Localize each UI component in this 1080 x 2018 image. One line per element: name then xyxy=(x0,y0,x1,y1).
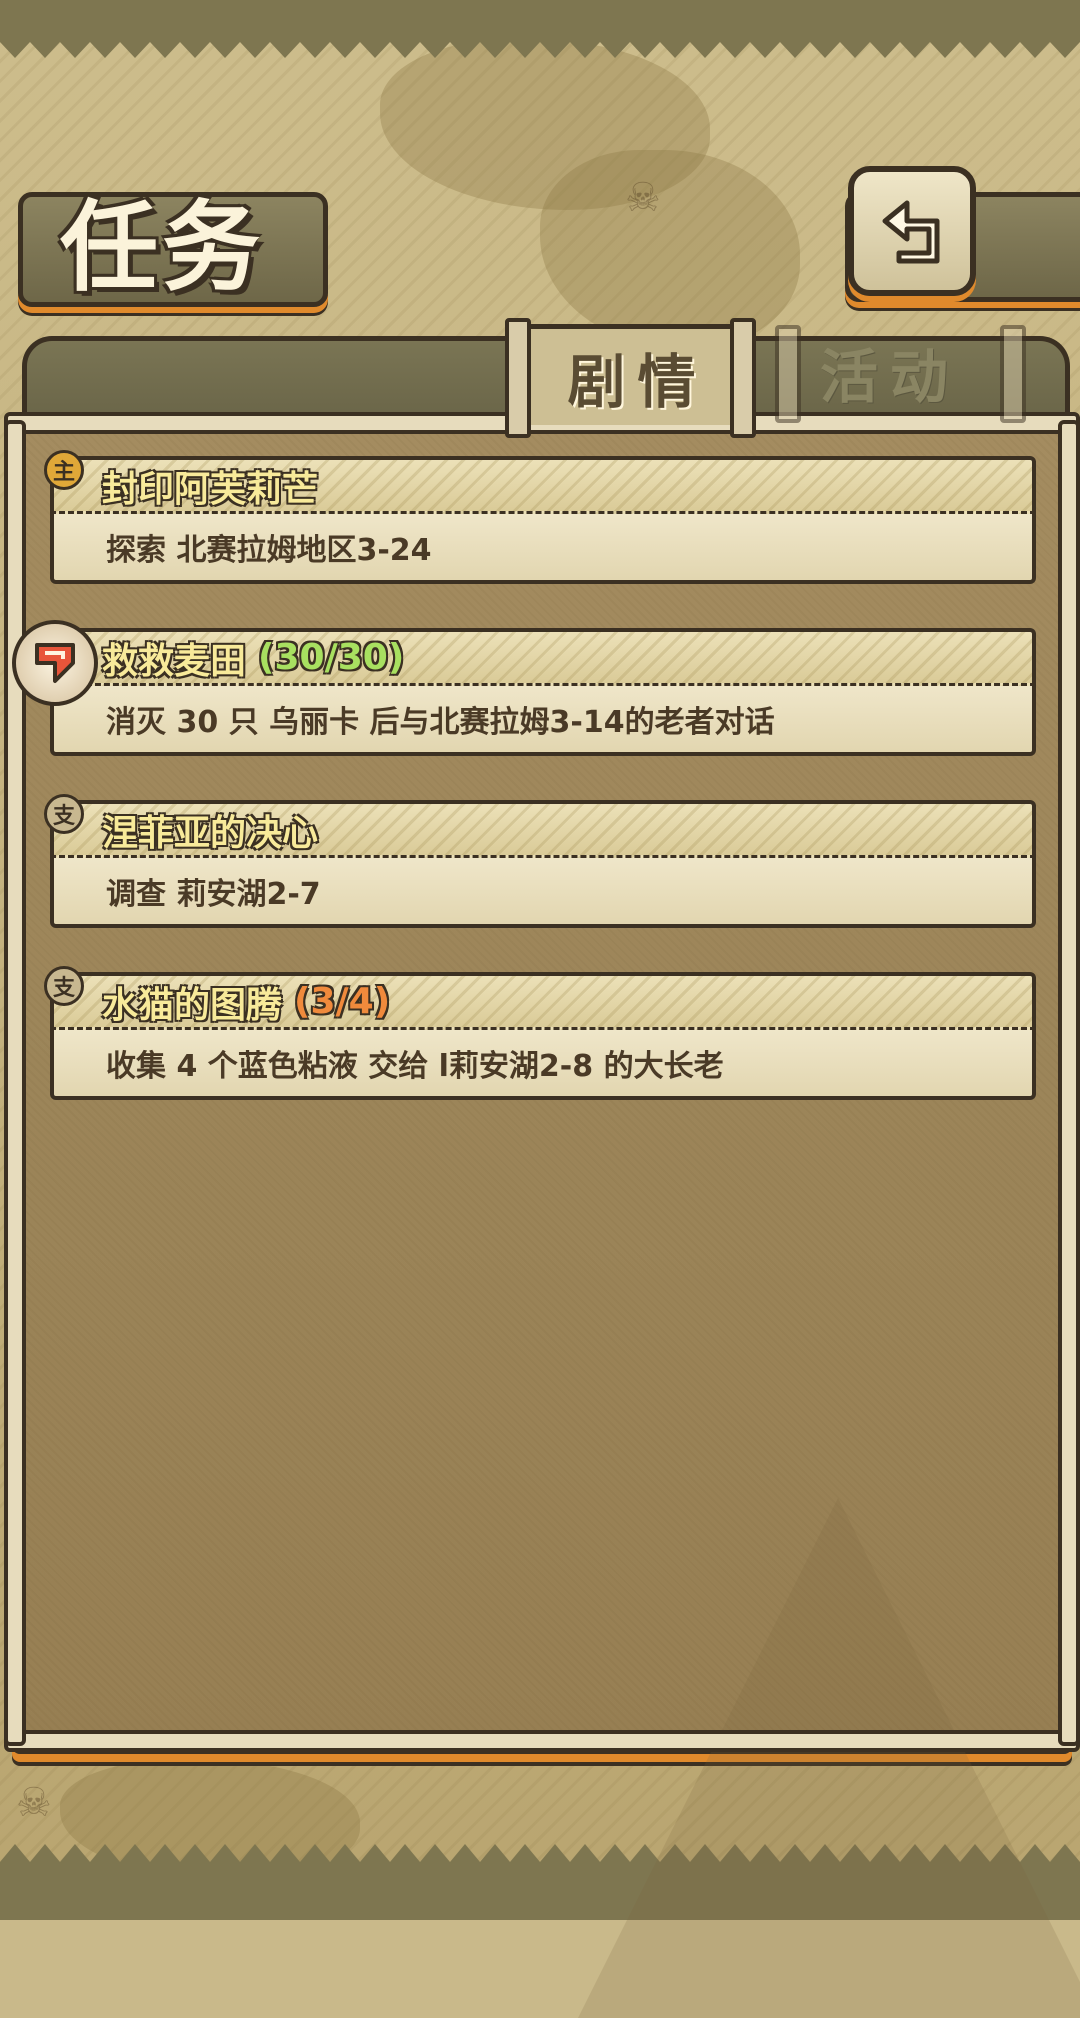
return-arrow-icon xyxy=(882,200,940,264)
quest-title: 封印阿芙莉芒 xyxy=(102,468,319,510)
tab-post xyxy=(505,318,531,438)
top-zigzag-border xyxy=(0,0,1080,58)
quest-item[interactable]: 主 封印阿芙莉芒 探索 北赛拉姆地区3-24 xyxy=(44,450,1036,584)
track-arrow-shape xyxy=(35,643,75,683)
track-marker-icon[interactable] xyxy=(12,620,98,706)
page-title: 任务 xyxy=(60,190,265,305)
panel-right-rail xyxy=(1058,420,1080,1746)
skull-icon: ☠ xyxy=(625,175,661,221)
tab-post xyxy=(775,325,801,423)
quest-item[interactable]: 救救麦田 (30/30) 消灭 30 只 乌丽卡 后与北赛拉姆3-14的老者对话 xyxy=(12,620,1036,756)
panel-star-watermark xyxy=(578,1498,1080,2018)
side-quest-badge-icon: 支 xyxy=(44,966,84,1006)
quest-description: 收集 4 个蓝色粘液 交给 l莉安湖2-8 的大长老 xyxy=(50,1030,1036,1100)
quest-header: 涅菲亚的决心 xyxy=(50,800,1036,858)
panel-bottom-rail xyxy=(4,1730,1080,1752)
quest-description: 探索 北赛拉姆地区3-24 xyxy=(50,514,1036,584)
tab-story[interactable]: 剧情 xyxy=(520,324,755,425)
skull-icon: ☠ xyxy=(16,1780,52,1826)
panel-left-rail xyxy=(4,420,26,1746)
map-landmass xyxy=(540,150,800,350)
tab-post xyxy=(1000,325,1026,423)
quest-title: 水猫的图腾 xyxy=(102,984,283,1026)
quest-header: 封印阿芙莉芒 xyxy=(50,456,1036,514)
quest-header: 水猫的图腾 (3/4) xyxy=(50,972,1036,1030)
side-quest-badge-icon: 支 xyxy=(44,794,84,834)
quest-header: 救救麦田 (30/30) xyxy=(50,628,1036,686)
quest-description: 调查 莉安湖2-7 xyxy=(50,858,1036,928)
quest-item[interactable]: 支 涅菲亚的决心 调查 莉安湖2-7 xyxy=(44,794,1036,928)
quest-description: 消灭 30 只 乌丽卡 后与北赛拉姆3-14的老者对话 xyxy=(50,686,1036,756)
back-button[interactable] xyxy=(848,166,976,296)
quest-title: 救救麦田 xyxy=(102,640,247,682)
main-quest-badge-icon: 主 xyxy=(44,450,84,490)
quest-progress: (30/30) xyxy=(258,637,405,678)
quest-title: 涅菲亚的决心 xyxy=(102,812,319,854)
tab-post xyxy=(730,318,756,438)
quest-progress: (3/4) xyxy=(294,981,391,1022)
quest-item[interactable]: 支 水猫的图腾 (3/4) 收集 4 个蓝色粘液 交给 l莉安湖2-8 的大长老 xyxy=(44,966,1036,1100)
